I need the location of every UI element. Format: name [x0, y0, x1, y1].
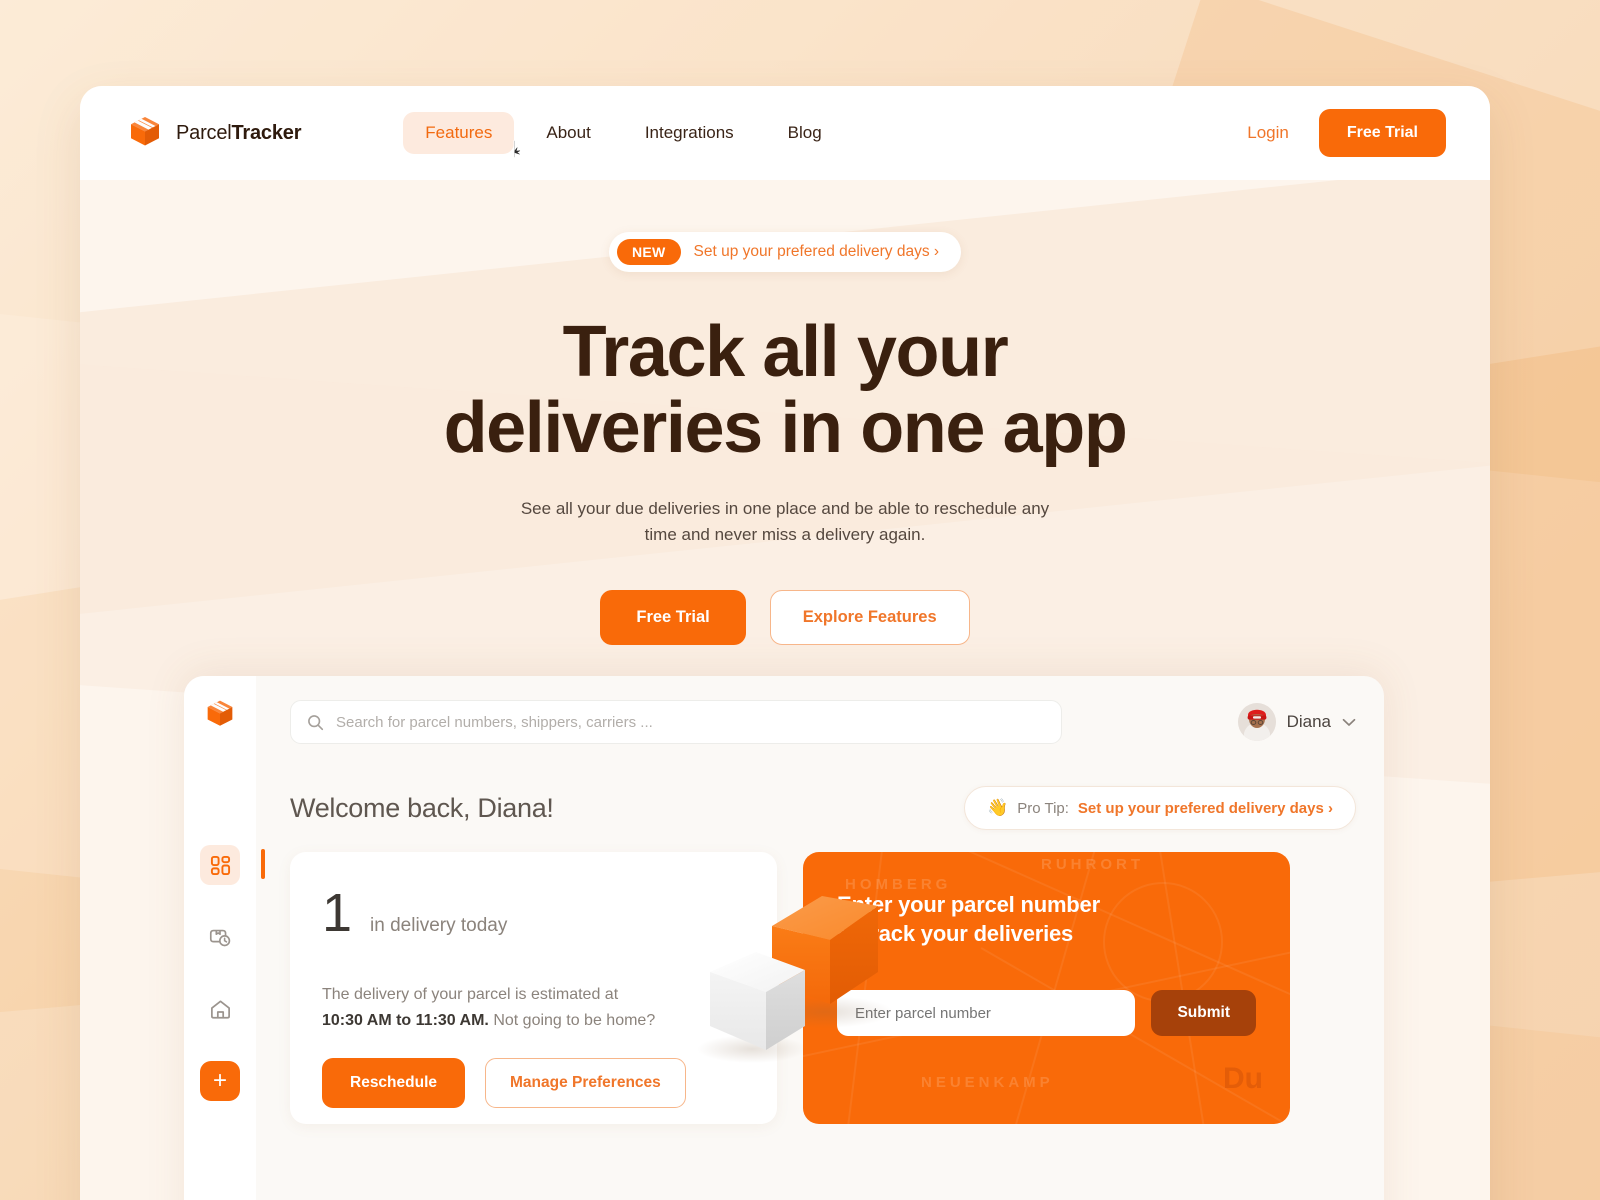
hero-subtitle-line1: See all your due deliveries in one place… [520, 499, 1050, 518]
dashboard-cards-row: 1 in delivery today The delivery of your… [290, 852, 1356, 1124]
nav-item-about[interactable]: About [524, 112, 612, 154]
explore-features-button[interactable]: Explore Features [769, 590, 970, 645]
pro-tip-link[interactable]: Set up your prefered delivery days › [1078, 800, 1333, 817]
navbar: ParcelTracker Features About Integration… [80, 86, 1490, 180]
nav-item-label: Features [425, 123, 493, 142]
nav-item-label: About [546, 123, 591, 142]
delivery-estimate-text: The delivery of your parcel is estimated… [322, 982, 745, 1034]
hero-title-line1: Track all your [562, 312, 1009, 392]
welcome-row: Welcome back, Diana! 👋 Pro Tip: Set up y… [290, 786, 1356, 830]
hero-section: NEW Set up your prefered delivery days ›… [80, 180, 1490, 645]
nav-item-features[interactable]: Features [403, 112, 522, 159]
hero-cta-group: Free Trial Explore Features [80, 590, 1490, 645]
nav-item-label: Integrations [644, 123, 734, 142]
search-icon [308, 714, 324, 730]
hero-subtitle: See all your due deliveries in one place… [80, 496, 1490, 548]
add-parcel-button[interactable]: + [200, 1061, 240, 1101]
dashboard-topbar: Search for parcel numbers, shippers, car… [290, 700, 1356, 744]
submit-button[interactable]: Submit [1151, 990, 1256, 1036]
login-link[interactable]: Login [1247, 123, 1289, 143]
profile-menu[interactable]: Diana [1237, 703, 1356, 741]
nav-item-label: Blog [787, 123, 822, 142]
profile-name: Diana [1286, 712, 1331, 731]
delivery-text-prefix: The delivery of your parcel is estimated… [322, 986, 619, 1003]
new-banner-link[interactable]: Set up your prefered delivery days › [694, 243, 940, 261]
map-label: NEUENKAMP [921, 1074, 1054, 1091]
free-trial-button[interactable]: Free Trial [1318, 109, 1446, 157]
delivery-summary-card: 1 in delivery today The delivery of your… [290, 852, 777, 1124]
hero-free-trial-button[interactable]: Free Trial [600, 590, 746, 645]
brand-name: ParcelTracker [176, 122, 301, 145]
brand-logo[interactable]: ParcelTracker [128, 114, 301, 153]
avatar [1237, 703, 1276, 741]
dashboard-mockup: + Search for parcel numbers, shippers, c… [184, 676, 1384, 1200]
track-parcel-form: Submit [837, 990, 1256, 1036]
nav-item-blog[interactable]: Blog [766, 112, 844, 154]
dashboard-grid-icon [210, 855, 230, 875]
map-label: Du [1223, 1062, 1263, 1095]
brand-name-light: Parcel [176, 121, 232, 144]
delivery-count: 1 [322, 883, 353, 943]
package-box-icon [128, 114, 162, 153]
hero-subtitle-line2: time and never miss a delivery again. [644, 525, 926, 544]
nav-item-integrations[interactable]: Integrations [623, 112, 756, 154]
track-card-title: Enter your parcel number to track your d… [837, 890, 1256, 948]
track-title-line1: Enter your parcel number [837, 892, 1100, 917]
new-announcement-banner[interactable]: NEW Set up your prefered delivery days › [608, 232, 962, 272]
manage-preferences-button[interactable]: Manage Preferences [485, 1058, 686, 1108]
track-title-line2: to track your deliveries [837, 921, 1074, 946]
nav-links: Features About Integrations Blog [403, 112, 844, 159]
dashboard-main: Search for parcel numbers, shippers, car… [256, 676, 1384, 1200]
page-title: Track all your deliveries in one app [80, 314, 1490, 466]
landing-page-card: ParcelTracker Features About Integration… [80, 86, 1490, 1200]
delivery-count-label: in delivery today [370, 915, 508, 936]
sidebar-item-home[interactable] [200, 989, 240, 1029]
package-clock-icon [209, 929, 231, 947]
delivery-count-row: 1 in delivery today [322, 886, 745, 940]
package-box-icon [207, 700, 233, 726]
delivery-time-range: 10:30 AM to 11:30 AM. [322, 1012, 489, 1029]
welcome-heading: Welcome back, Diana! [290, 792, 554, 823]
track-parcel-card: HOMBERG RUHRORT NEUENKAMP Du Enter your … [803, 852, 1290, 1124]
parcel-number-input[interactable] [837, 990, 1136, 1036]
delivery-card-actions: Reschedule Manage Preferences [322, 1058, 745, 1108]
dashboard-sidebar: + [184, 676, 265, 1200]
sidebar-logo[interactable] [205, 698, 235, 733]
nav-actions: Login Free Trial [1247, 109, 1446, 157]
chevron-down-icon [1342, 718, 1356, 726]
search-placeholder: Search for parcel numbers, shippers, car… [336, 713, 653, 731]
delivery-text-suffix: Not going to be home? [493, 1012, 656, 1029]
map-label: RUHRORT [1041, 856, 1144, 873]
sidebar-item-dashboard[interactable] [200, 845, 265, 885]
pro-tip-label: Pro Tip: [1017, 799, 1069, 817]
home-icon [210, 999, 230, 1019]
waving-hand-icon: 👋 [987, 798, 1009, 817]
pro-tip-banner[interactable]: 👋 Pro Tip: Set up your prefered delivery… [964, 786, 1356, 830]
sidebar-item-history[interactable] [200, 917, 240, 957]
hero-title-line2: deliveries in one app [443, 388, 1128, 468]
new-badge: NEW [616, 239, 681, 265]
reschedule-button[interactable]: Reschedule [322, 1058, 466, 1108]
search-input[interactable]: Search for parcel numbers, shippers, car… [290, 700, 1062, 744]
brand-name-bold: Tracker [231, 121, 302, 144]
